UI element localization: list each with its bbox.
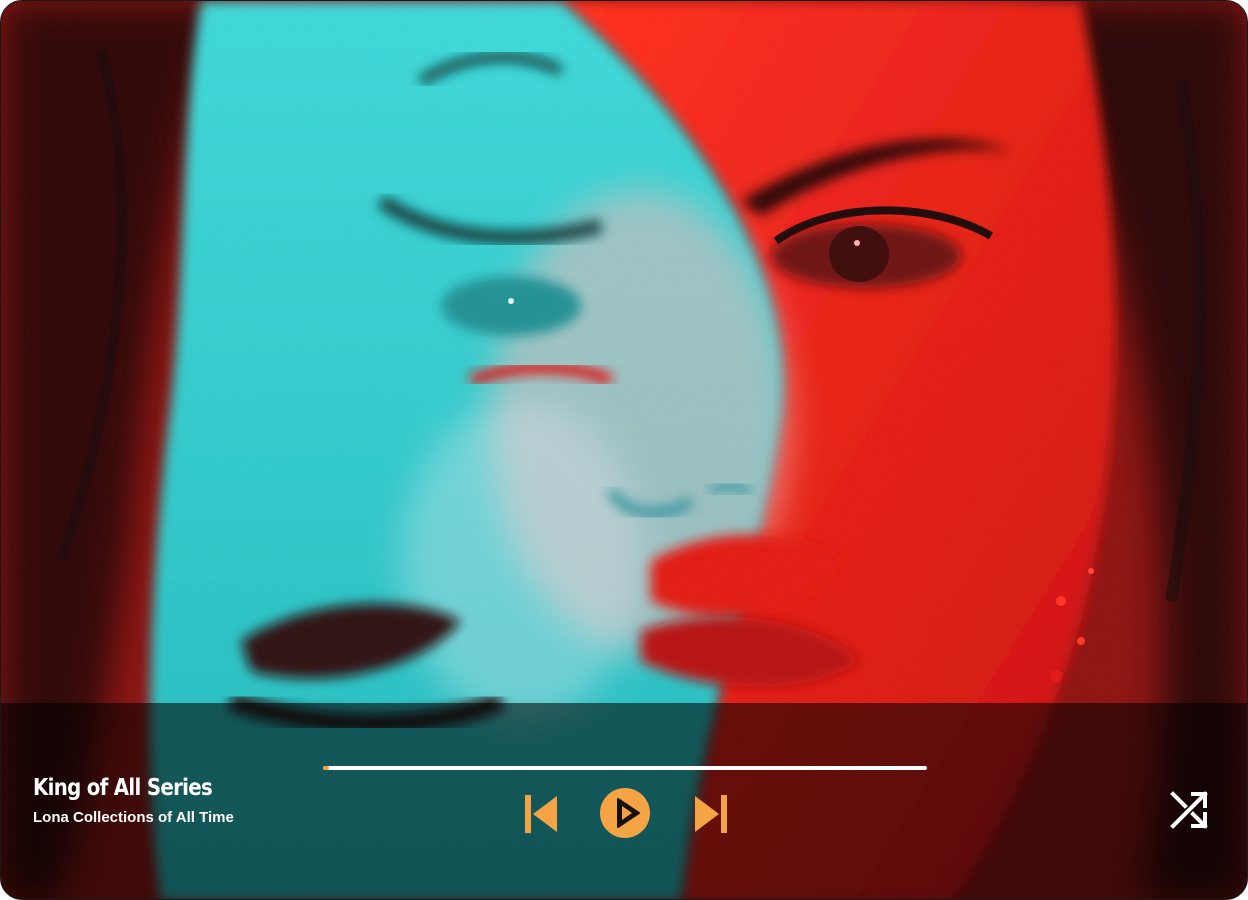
skip-previous-icon [525, 795, 557, 833]
playback-controls [1, 785, 1247, 841]
previous-button[interactable] [523, 792, 561, 836]
next-button[interactable] [691, 792, 729, 836]
shuffle-button[interactable] [1167, 788, 1211, 832]
shuffle-icon [1170, 791, 1208, 829]
progress-bar[interactable] [323, 766, 927, 770]
skip-next-icon [695, 795, 727, 833]
control-bar: King of All Series Lona Collections of A… [1, 703, 1247, 899]
music-player: King of All Series Lona Collections of A… [0, 0, 1248, 900]
progress-fill [323, 766, 330, 770]
play-icon [600, 788, 650, 838]
play-button[interactable] [599, 787, 651, 839]
